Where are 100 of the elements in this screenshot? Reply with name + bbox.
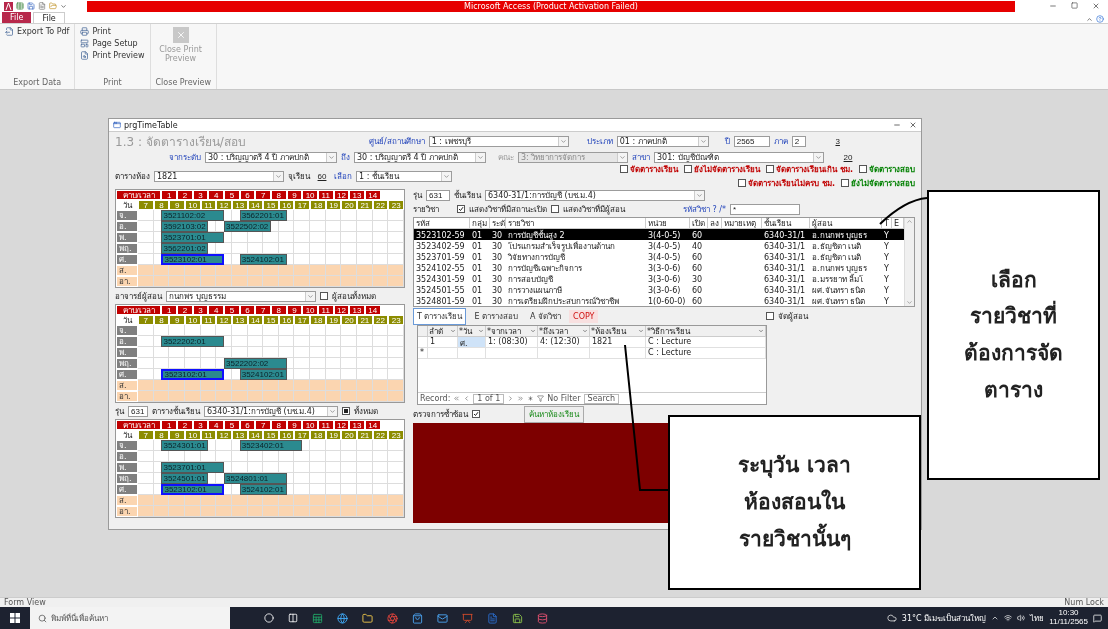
table-cell-text: 40 bbox=[691, 242, 704, 251]
ribbon-button[interactable]: Export To Pdf bbox=[5, 27, 70, 36]
export-icon bbox=[5, 27, 14, 36]
copy-button[interactable]: COPY bbox=[569, 309, 599, 323]
ribbon-button[interactable]: Page Setup bbox=[80, 39, 138, 48]
field-label: จากระดับ bbox=[169, 151, 201, 164]
group-label: Export Data bbox=[12, 78, 63, 87]
checkbox[interactable] bbox=[551, 205, 559, 213]
form-icon bbox=[113, 121, 121, 129]
checkbox[interactable] bbox=[766, 312, 775, 320]
tab[interactable]: E ตารางสอบ bbox=[470, 307, 523, 325]
slides-icon[interactable] bbox=[462, 612, 473, 624]
tab[interactable]: T ตารางเรียน bbox=[413, 307, 467, 325]
globe-icon[interactable] bbox=[337, 612, 348, 624]
document-icon[interactable] bbox=[38, 2, 46, 10]
generation-field[interactable]: 631 bbox=[128, 405, 148, 417]
aperture-icon[interactable] bbox=[387, 612, 398, 624]
chevron-up-icon[interactable] bbox=[991, 614, 1000, 622]
level-dropdown[interactable]: 30 : ปริญญาตรี 4 ปี ภาคปกติ bbox=[354, 151, 486, 163]
ribbon-button[interactable]: Print bbox=[80, 27, 111, 36]
room-dropdown[interactable]: 1821 bbox=[154, 170, 284, 182]
table-cell-text: การบัญชีเฉพาะกิจการ bbox=[507, 263, 583, 275]
clock[interactable]: 10:30 11/11/2565 bbox=[1049, 609, 1088, 627]
table-cell-text: วิจัยทางการบัญชี bbox=[507, 252, 566, 264]
folder-icon[interactable] bbox=[362, 612, 373, 624]
bag-icon[interactable] bbox=[412, 612, 423, 624]
class-dropdown[interactable]: 6340-31/1:การบัญชี (บช.ม.4) bbox=[485, 189, 705, 201]
checkbox[interactable] bbox=[859, 165, 867, 173]
table-cell-text: 30 bbox=[491, 297, 504, 306]
close-icon[interactable] bbox=[909, 121, 917, 129]
search-field[interactable]: พิมพ์ที่นี่เพื่อค้นหา bbox=[30, 607, 230, 629]
task-view-icon[interactable] bbox=[288, 613, 298, 623]
language-indicator[interactable]: ไทย bbox=[1030, 611, 1045, 625]
new-record-icon[interactable] bbox=[527, 395, 535, 402]
major-dropdown[interactable]: 301: บัญชีบัณฑิต bbox=[654, 151, 824, 163]
choose-dropdown[interactable]: 1 : ชั้นเรียน bbox=[356, 170, 452, 182]
maximize-icon[interactable] bbox=[1071, 2, 1078, 9]
checkbox[interactable] bbox=[320, 292, 328, 300]
table-row[interactable]: 3524301-59 01 30 การสอบบัญชี 3(3-0-6) 30 6340-31/1 อ.มรรยาท ลิ้มโ Y bbox=[414, 273, 904, 284]
table-row[interactable]: 3523102-59 01 30 การบัญชีชั้นสูง 2 3(4-0-5) 60 6340-31/1 อ.กนกพร บุญธร Y bbox=[414, 229, 904, 240]
save-icon[interactable] bbox=[27, 2, 35, 10]
page-setup-icon bbox=[80, 39, 90, 48]
notification-icon[interactable] bbox=[1093, 613, 1102, 623]
class-dropdown[interactable]: 6340-31/1:การบัญชี (บช.ม.4) bbox=[204, 405, 338, 417]
table-row[interactable]: 3524801-59 01 30 การเตรียมฝึกประสบการณ์วิชาชีพ 1(0-60-0) 60 6340-31/1 ผศ.จันทรา ธนิต Y bbox=[414, 295, 904, 306]
caret-icon bbox=[530, 328, 536, 334]
ribbon-tab[interactable]: File bbox=[2, 12, 32, 23]
checkbox[interactable] bbox=[766, 165, 775, 173]
field-label: อาจารย์ผู้สอน bbox=[115, 290, 162, 303]
help-icon[interactable] bbox=[1096, 15, 1104, 23]
app-logo-icon[interactable] bbox=[4, 1, 13, 11]
save-icon[interactable] bbox=[512, 612, 523, 624]
column-header[interactable]: *ถึงเวลา bbox=[538, 326, 590, 337]
column-header[interactable]: *จากเวลา bbox=[486, 326, 538, 337]
record-position-field[interactable]: 1 of 1 bbox=[473, 393, 505, 404]
field-label: ปี bbox=[724, 136, 730, 148]
ribbon-tab[interactable]: File bbox=[33, 12, 65, 23]
level-dropdown[interactable]: 30 : ปริญญาตรี 4 ปี ภาคปกติ bbox=[205, 151, 337, 163]
table-cell bbox=[458, 348, 486, 359]
term-field[interactable]: 2 bbox=[791, 136, 806, 147]
year-field[interactable]: 2565 bbox=[733, 136, 770, 147]
mail-icon[interactable] bbox=[437, 612, 448, 624]
network-icon[interactable] bbox=[1004, 614, 1013, 622]
table-row[interactable]: 3523701-59 01 30 วิจัยทางการบัญชี 3(4-0-5) 60 6340-31/1 อ.ธัญชิดา เนติ Y bbox=[414, 251, 904, 262]
table-row[interactable]: 3523402-59 01 30 โปรแกรมสำเร็จรูปเพื่องานด้านก 3(4-0-5) 40 6340-31/1 อ.ธัญชิดา เนติ Y bbox=[414, 240, 904, 251]
table-cell-text: 60 bbox=[691, 253, 704, 262]
checkbox[interactable] bbox=[738, 179, 747, 187]
field-label: ชั้นเรียน bbox=[454, 189, 481, 202]
checkbox[interactable] bbox=[342, 407, 350, 415]
weather-text[interactable]: 31°C มีเมฆเป็นส่วนใหญ่ bbox=[901, 611, 987, 625]
generation-field[interactable]: 631 bbox=[426, 189, 450, 201]
volume-icon[interactable] bbox=[1017, 614, 1026, 622]
search-field[interactable]: Search bbox=[583, 393, 620, 404]
close-icon[interactable] bbox=[1092, 2, 1100, 10]
column-header[interactable]: *วิธีการเรียน bbox=[646, 326, 766, 337]
database-icon[interactable] bbox=[537, 612, 548, 624]
checkbox[interactable] bbox=[841, 179, 849, 187]
table-cell-text: 60 bbox=[691, 264, 704, 273]
tab[interactable]: A จัดวิชา bbox=[526, 307, 566, 325]
spreadsheet-icon[interactable] bbox=[312, 612, 323, 624]
checkbox[interactable] bbox=[472, 410, 480, 418]
table-row[interactable]: 3524501-55 01 30 การวางแผนภาษี 3(3-0-6) 60 6340-31/1 ผศ.จันทรา ธนิต Y bbox=[414, 284, 904, 295]
print-preview-icon bbox=[80, 51, 90, 60]
checkbox[interactable] bbox=[684, 165, 693, 173]
teacher-dropdown[interactable]: กนกพร บุญธรรม bbox=[166, 290, 316, 302]
course-block[interactable]: 3522202:01 bbox=[161, 336, 225, 347]
find-room-button[interactable]: ค้นหาห้องเรียน bbox=[524, 405, 584, 423]
type-dropdown[interactable]: 01 : ภาคปกติ bbox=[616, 136, 709, 147]
circle-icon[interactable] bbox=[264, 613, 274, 623]
hour-header: 21 bbox=[357, 315, 373, 325]
collapse-icon[interactable] bbox=[1086, 15, 1093, 23]
ribbon-button[interactable]: Print Preview bbox=[80, 51, 145, 60]
checkbox[interactable] bbox=[457, 205, 465, 213]
caret-icon[interactable] bbox=[60, 2, 67, 10]
document-icon[interactable] bbox=[487, 612, 498, 624]
table-row[interactable]: 3524102-55 01 30 การบัญชีเฉพาะกิจการ 3(3-0-6) 60 6340-31/1 อ.กนกพร บุญธร Y bbox=[414, 262, 904, 273]
column-header[interactable]: *ห้องเรียน bbox=[590, 326, 646, 337]
campus-dropdown[interactable]: 1 : เพชรบุรี bbox=[428, 136, 569, 147]
course-code-field[interactable]: * bbox=[730, 203, 801, 215]
checkbox[interactable] bbox=[620, 165, 629, 173]
